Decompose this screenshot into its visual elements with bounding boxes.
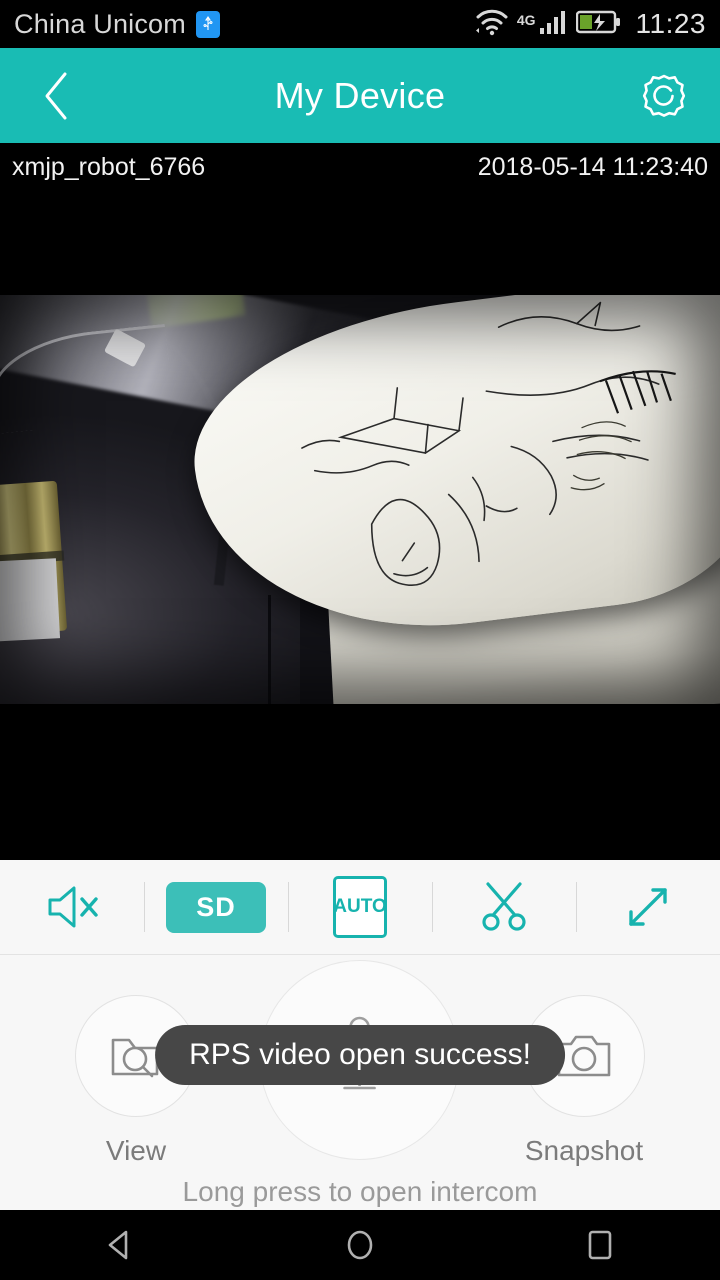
phone-screen: China Unicom 4G 11:23 My Device xmjp_rob… bbox=[0, 0, 720, 1280]
gear-icon bbox=[642, 74, 686, 117]
settings-button[interactable] bbox=[636, 68, 692, 124]
device-id-label: xmjp_robot_6766 bbox=[12, 152, 206, 181]
carrier-label: China Unicom bbox=[14, 8, 186, 39]
bottom-controls: View Long press to open intercom Snapsho… bbox=[0, 955, 720, 1210]
sd-badge-label: SD bbox=[166, 881, 266, 933]
nav-recents-button[interactable] bbox=[545, 1210, 655, 1280]
fullscreen-expand-icon bbox=[629, 888, 667, 926]
view-label: View bbox=[105, 1135, 167, 1166]
nav-back-button[interactable] bbox=[65, 1210, 175, 1280]
video-player[interactable]: xmjp_robot_6766 2018-05-14 11:23:40 bbox=[0, 143, 720, 860]
video-timestamp-label: 2018-05-14 11:23:40 bbox=[477, 152, 708, 181]
video-frame[interactable] bbox=[0, 295, 720, 704]
quality-sd-button[interactable]: SD bbox=[144, 860, 288, 954]
app-header: My Device bbox=[0, 48, 720, 143]
auto-badge-label: AUTO bbox=[333, 876, 387, 938]
battery-charging-icon bbox=[575, 9, 622, 40]
auto-quality-button[interactable]: AUTO bbox=[288, 860, 432, 954]
wifi-icon bbox=[474, 8, 510, 41]
usb-icon bbox=[195, 10, 220, 38]
page-title: My Device bbox=[274, 74, 446, 116]
android-nav-bar bbox=[0, 1210, 720, 1280]
nav-back-triangle-icon bbox=[108, 1230, 128, 1260]
camera-feed-image bbox=[0, 295, 720, 704]
back-button[interactable] bbox=[28, 68, 84, 124]
fullscreen-button[interactable] bbox=[576, 860, 720, 954]
snapshot-label: Snapshot bbox=[524, 1135, 644, 1166]
back-chevron-icon bbox=[45, 72, 67, 119]
toast-message: RPS video open success! bbox=[155, 1025, 565, 1085]
network-type-label: 4G bbox=[516, 11, 536, 28]
nav-recents-square-icon bbox=[588, 1230, 612, 1260]
cellular-signal-icon bbox=[539, 9, 569, 40]
status-bar: China Unicom 4G 11:23 bbox=[0, 0, 720, 48]
intercom-hint-label: Long press to open intercom bbox=[182, 1176, 538, 1207]
video-info-bar: xmjp_robot_6766 2018-05-14 11:23:40 bbox=[0, 143, 720, 191]
mute-button[interactable] bbox=[0, 860, 144, 954]
record-clip-button[interactable] bbox=[432, 860, 576, 954]
nav-home-button[interactable] bbox=[305, 1210, 415, 1280]
clock-label: 11:23 bbox=[635, 8, 706, 39]
nav-home-circle-icon bbox=[347, 1230, 373, 1260]
scissors-record-icon bbox=[482, 882, 526, 931]
status-icons: 4G 11:23 bbox=[474, 8, 706, 41]
video-toolbar: SD AUTO bbox=[0, 860, 720, 955]
mute-speaker-icon bbox=[48, 886, 98, 928]
